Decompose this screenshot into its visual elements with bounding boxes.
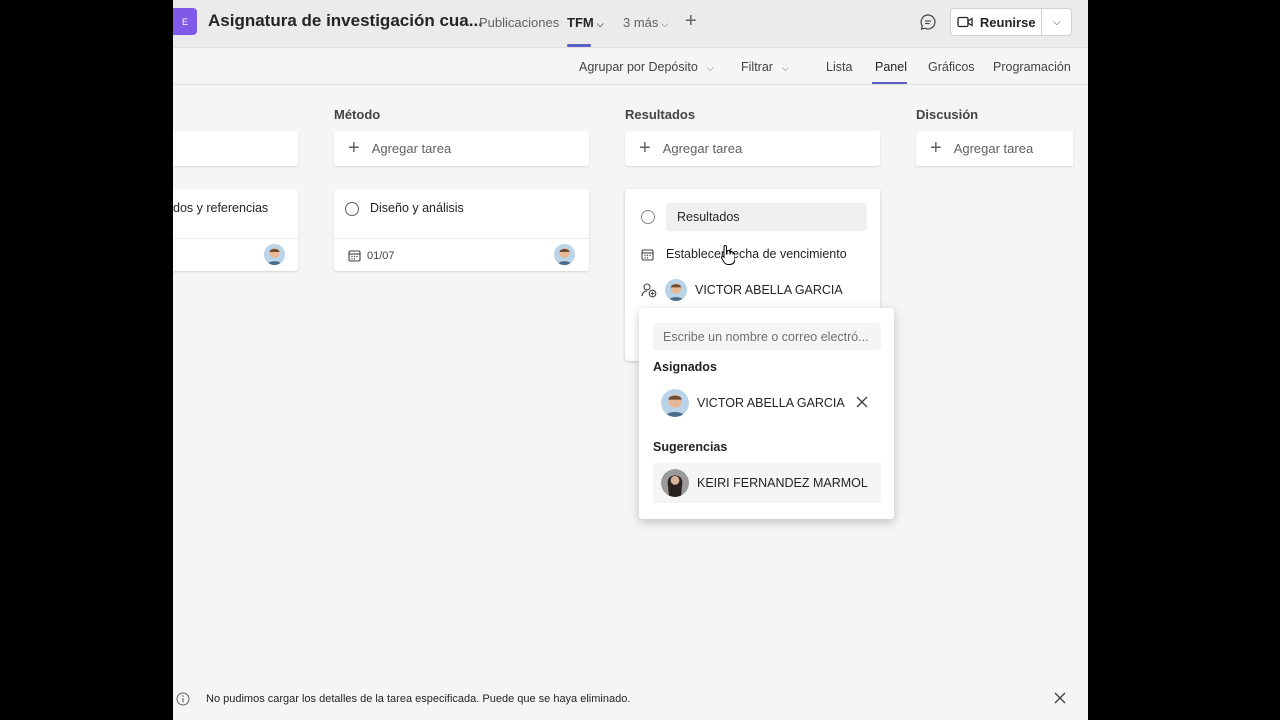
chevron-down-icon: ⌵ [661,19,669,29]
person-avatar-icon [665,279,687,301]
task-title: Diseño y análisis [370,201,464,215]
add-task-button-col0[interactable] [173,131,298,166]
remove-assignee-icon[interactable] [855,395,869,409]
add-task-label: Agregar tarea [662,141,743,156]
complete-task-checkbox[interactable] [345,202,359,216]
filter-dropdown[interactable]: Filtrar ⌵ [741,60,789,74]
chevron-down-icon: ⌵ [706,63,714,73]
view-panel[interactable]: Panel [875,60,907,74]
suggestions-heading: Sugerencias [653,440,728,454]
bucket-title-discusion[interactable]: Discusión [916,107,978,122]
assigned-heading: Asignados [653,360,717,374]
task-card[interactable]: dos y referencias [173,189,298,271]
assignee-search-input[interactable] [653,323,881,350]
avatar[interactable] [264,244,285,265]
group-by-dropdown[interactable]: Agrupar por Depósito ⌵ [579,60,714,74]
set-due-date-label: Establecer fecha de vencimiento [666,247,847,261]
person-avatar-icon [264,244,285,265]
suggested-person-name: KEIRI FERNANDEZ MARMOL [697,476,868,490]
person-photo-icon [661,469,689,497]
group-by-label: Agrupar por Depósito [579,60,698,74]
add-task-button-resultados[interactable]: + Agregar tarea [625,131,880,166]
assign-button[interactable]: VICTOR ABELLA GARCIA [641,279,843,301]
suggested-person-row[interactable]: KEIRI FERNANDEZ MARMOL [653,463,881,503]
active-tab-indicator [567,44,591,47]
error-notification-bar: No pudimos cargar los detalles de la tar… [173,684,1088,720]
avatar [661,469,689,497]
add-task-button-metodo[interactable]: + Agregar tarea [334,131,589,166]
task-card[interactable]: Diseño y análisis 01/07 [334,189,589,271]
active-view-indicator [872,82,907,84]
info-icon [176,692,190,706]
meet-options-button[interactable]: ⌵ [1041,9,1071,35]
view-lista[interactable]: Lista [826,60,852,74]
chevron-down-icon: ⌵ [781,63,789,73]
assigned-person-row: VICTOR ABELLA GARCIA [653,383,881,423]
add-task-label: Agregar tarea [371,141,452,156]
set-due-date-button[interactable]: Establecer fecha de vencimiento [641,247,847,261]
plus-icon: + [930,137,942,159]
hand-cursor-icon [721,244,735,265]
assigned-person-name: VICTOR ABELLA GARCIA [697,396,845,410]
planner-toolbar: Agrupar por Depósito ⌵ Filtrar ⌵ Lista Pan… [173,48,1088,85]
team-avatar[interactable]: E [173,8,197,35]
avatar[interactable] [554,244,575,265]
chat-icon[interactable] [919,13,937,31]
view-programacion[interactable]: Programación [993,60,1071,74]
video-camera-icon [957,16,973,28]
assign-popup: Asignados VICTOR ABELLA GARCIA Sugerenci… [639,308,894,519]
add-task-label: Agregar tarea [953,141,1034,156]
filter-label: Filtrar [741,60,773,74]
tab-publicaciones[interactable]: Publicaciones [479,15,559,30]
add-task-button-discusion[interactable]: + Agregar tarea [916,131,1073,166]
card-divider [173,238,298,239]
chevron-down-icon: ⌵ [1052,16,1061,28]
task-title: dos y referencias [173,201,269,215]
meet-button-group: Reunirse ⌵ [950,8,1072,36]
channel-header: E Asignatura de investigación cua... Pub… [173,0,1088,48]
planner-app: E Asignatura de investigación cua... Pub… [173,0,1088,720]
bucket-title-metodo[interactable]: Método [334,107,380,122]
avatar [665,279,687,301]
assignee-name: VICTOR ABELLA GARCIA [695,283,843,297]
tab-more-label: 3 más [623,15,659,30]
complete-task-checkbox[interactable] [641,210,655,224]
person-avatar-icon [554,244,575,265]
meet-button[interactable]: Reunirse [951,9,1041,35]
card-divider [334,238,589,239]
bucket-title-resultados[interactable]: Resultados [625,107,695,122]
chevron-down-icon: ⌵ [596,19,604,29]
plus-icon: + [639,137,651,159]
error-message: No pudimos cargar los detalles de la tar… [206,693,631,705]
calendar-icon [348,250,361,262]
plus-icon: + [348,137,360,159]
close-icon[interactable] [1053,691,1067,705]
channel-title: Asignatura de investigación cua... [208,11,483,30]
due-date: 01/07 [348,249,395,262]
tab-tfm[interactable]: TFM ⌵ [567,15,604,30]
add-tab-icon[interactable]: + [685,10,697,33]
tab-more[interactable]: 3 más ⌵ [623,15,668,30]
calendar-icon [641,248,654,261]
avatar [661,389,689,417]
view-graficos[interactable]: Gráficos [928,60,975,74]
assign-person-icon [641,283,657,298]
meet-label: Reunirse [979,14,1036,30]
person-avatar-icon [661,389,689,417]
tab-tfm-label: TFM [567,15,594,30]
task-title-input[interactable] [666,203,867,231]
due-date-text: 01/07 [367,249,395,262]
